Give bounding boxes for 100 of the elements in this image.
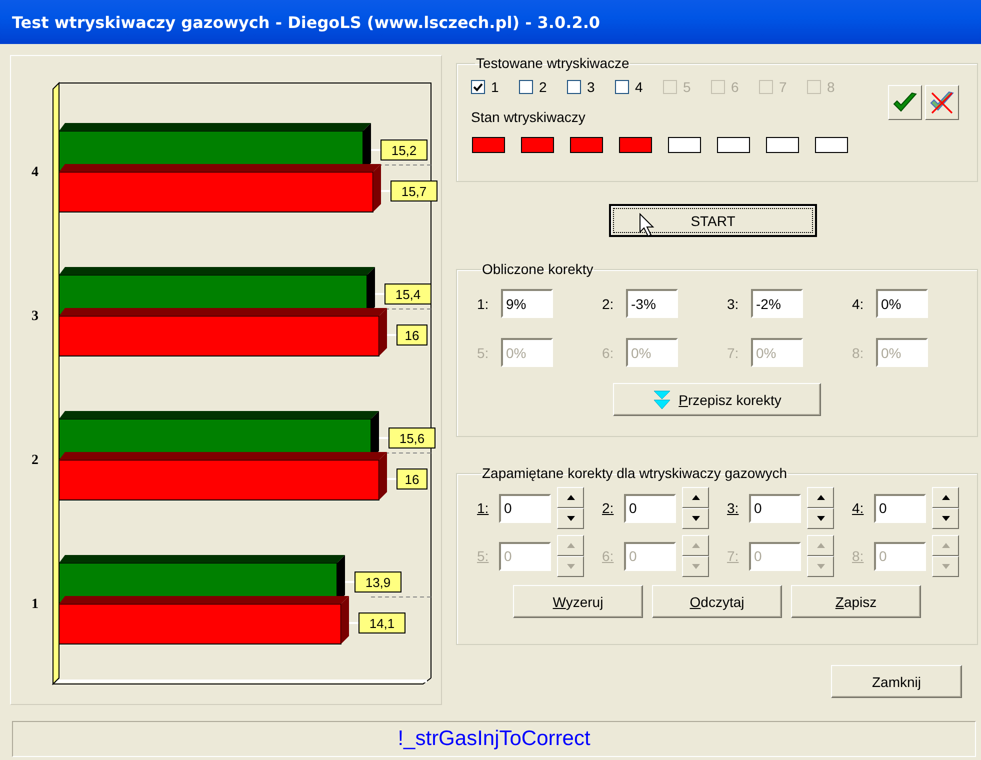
field-label: 7: — [727, 344, 740, 360]
field-label: 3: — [727, 296, 740, 312]
up-arrow-icon — [942, 495, 950, 500]
field-label: 7: — [727, 548, 740, 564]
down-arrow-icon — [692, 516, 700, 521]
leader-line — [349, 622, 359, 624]
checkbox-label: 5 — [683, 79, 691, 95]
checkbox-label: 6 — [731, 79, 739, 95]
leader-line — [375, 293, 385, 295]
group-title: Obliczone korekty — [481, 261, 594, 277]
leader-line — [379, 437, 389, 439]
leader-line — [381, 190, 391, 192]
field-label: 8: — [852, 548, 865, 564]
down-arrow-icon — [566, 516, 574, 521]
data-label: 15,7 — [390, 180, 438, 202]
start-button[interactable]: START — [609, 204, 817, 237]
correction-field[interactable]: 0 — [624, 494, 676, 522]
up-arrow-icon — [692, 495, 700, 500]
action-button[interactable]: Zapisz — [791, 585, 921, 618]
data-label: 13,9 — [354, 572, 402, 592]
action-button[interactable]: Odczytaj — [652, 585, 782, 618]
data-label: 15,6 — [388, 428, 436, 448]
field-label: 2: — [602, 296, 615, 312]
status-text: !_strGasInjToCorrect — [398, 727, 590, 751]
data-label: 16 — [404, 472, 420, 487]
data-label: 14,1 — [358, 612, 406, 634]
data-label: 15,4 — [395, 287, 421, 302]
axis-label: 2 — [32, 453, 38, 468]
correction-field[interactable]: 0% — [876, 289, 928, 318]
checkbox-label: 2 — [539, 79, 547, 95]
spin-down-button[interactable] — [682, 508, 709, 529]
axis-label: 4 — [32, 165, 38, 180]
checkbox[interactable] — [567, 80, 581, 94]
correction-field[interactable]: 0 — [874, 494, 926, 522]
checkbox[interactable] — [615, 80, 629, 94]
group-title: Testowane wtryskiwacze — [475, 55, 630, 71]
section-label: Stan wtryskiwaczy — [471, 109, 586, 125]
checkbox-label: 8 — [827, 79, 835, 95]
select-all-button[interactable] — [888, 85, 922, 120]
copy-corrections-button[interactable]: Przepisz korekty — [613, 383, 821, 416]
field-label: 2: — [602, 500, 615, 516]
down-arrow-icon — [942, 516, 950, 521]
data-label: 14,1 — [369, 616, 395, 631]
data-label: 15,6 — [399, 431, 425, 446]
data-label: 15,7 — [401, 184, 427, 199]
down-arrow-icon — [816, 564, 824, 569]
close-button[interactable]: Zamknij — [831, 665, 962, 698]
cursor-icon — [639, 213, 657, 237]
spin-down-button[interactable] — [807, 508, 834, 529]
leader-line — [387, 478, 397, 480]
field-label: 4: — [852, 500, 865, 516]
correction-field[interactable]: -3% — [626, 289, 678, 318]
crossed-checkmark-icon — [929, 90, 955, 116]
checkmark-icon — [892, 90, 918, 114]
field-label: 1: — [477, 500, 490, 516]
data-label: 13,9 — [365, 575, 391, 590]
leader-line — [345, 581, 355, 583]
action-button[interactable]: Wyzeruj — [513, 585, 643, 618]
checkbox[interactable] — [471, 80, 485, 94]
double-chevron-down-icon — [652, 390, 671, 410]
data-label: 16 — [396, 468, 428, 490]
up-arrow-icon — [692, 543, 700, 548]
checkbox-label: 3 — [587, 79, 595, 95]
up-arrow-icon — [566, 543, 574, 548]
data-label: 15,4 — [384, 284, 432, 304]
spin-up-button[interactable] — [557, 487, 584, 508]
down-arrow-icon — [566, 564, 574, 569]
deselect-all-button[interactable] — [925, 85, 959, 120]
checkbox-label: 1 — [491, 79, 499, 95]
field-label: 1: — [477, 296, 490, 312]
down-arrow-icon — [816, 516, 824, 521]
field-label: 6: — [602, 344, 615, 360]
correction-field[interactable]: 0 — [499, 494, 551, 522]
data-label: 15,2 — [380, 140, 428, 160]
group-title: Zapamiętane korekty dla wtryskiwaczy gazowych — [481, 465, 788, 481]
field-label: 6: — [602, 548, 615, 564]
spin-down-button[interactable] — [557, 508, 584, 529]
field-label: 3: — [727, 500, 740, 516]
field-label: 8: — [852, 344, 865, 360]
leader-line — [387, 334, 397, 336]
leader-line — [371, 149, 381, 151]
axis-label: 3 — [32, 309, 38, 324]
data-label: 16 — [396, 324, 428, 346]
window-title: Test wtryskiwaczy gazowych - DiegoLS (www.lsczech.pl) - 3.0.2.0 — [12, 12, 600, 32]
up-arrow-icon — [816, 495, 824, 500]
data-label: 15,2 — [391, 143, 417, 158]
checkbox[interactable] — [519, 80, 533, 94]
spin-up-button[interactable] — [932, 487, 959, 508]
axis-label: 1 — [32, 597, 38, 612]
spin-up-button[interactable] — [807, 487, 834, 508]
spin-up-button[interactable] — [682, 487, 709, 508]
up-arrow-icon — [566, 495, 574, 500]
field-label: 5: — [477, 344, 490, 360]
correction-field[interactable]: 0 — [749, 494, 801, 522]
correction-field[interactable]: -2% — [751, 289, 803, 318]
data-label: 16 — [404, 328, 420, 343]
up-arrow-icon — [816, 543, 824, 548]
down-arrow-icon — [692, 564, 700, 569]
spin-down-button[interactable] — [932, 508, 959, 529]
correction-field[interactable]: 9% — [501, 289, 553, 318]
